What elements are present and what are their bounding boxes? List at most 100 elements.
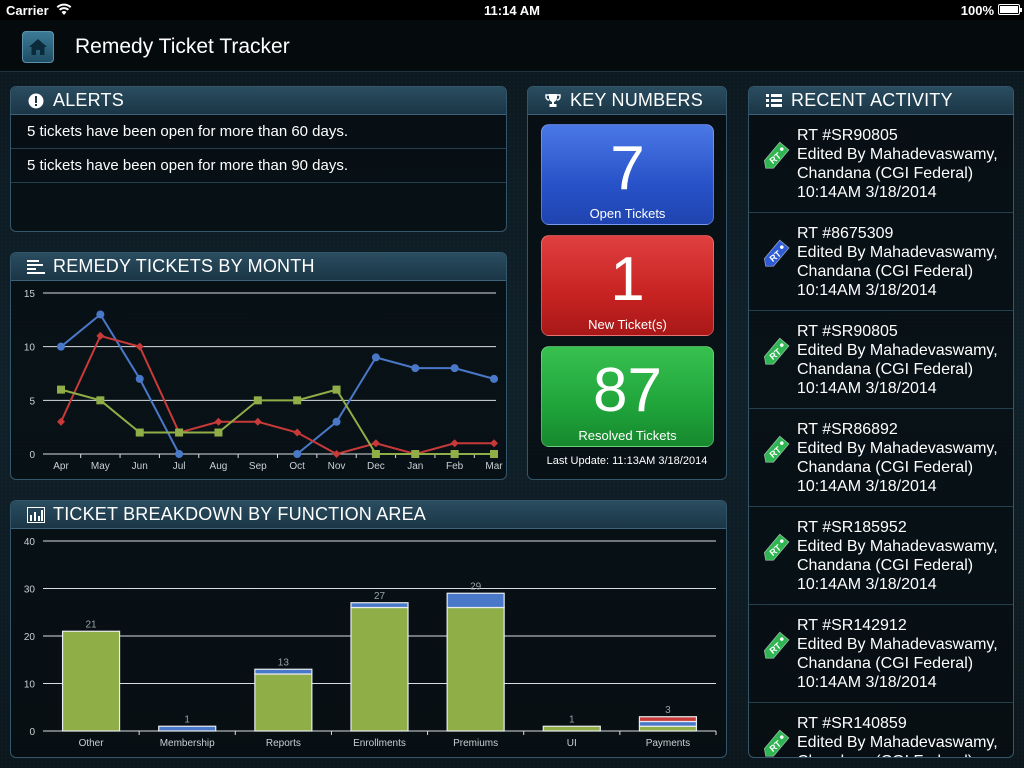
edited-by: Edited By Mahadevaswamy, xyxy=(797,146,998,163)
ticket-id: RT #SR86892 xyxy=(797,421,898,438)
data-point xyxy=(293,428,302,437)
open-tickets-label: Open Tickets xyxy=(589,206,666,221)
data-point xyxy=(371,439,380,448)
ticket-id: RT #SR90805 xyxy=(797,323,898,340)
edit-time: 10:14AM 3/18/2014 xyxy=(797,282,937,299)
x-tick-label: Sep xyxy=(249,461,267,472)
line-chart: 0 5 10 15 Apr May Jun Jul Aug Sep Oct Nov Dec Jan Feb M… xyxy=(24,289,503,472)
editor-org: Chandana (CGI Federal) xyxy=(797,557,974,574)
bar-chart: 01020304021Other1Membership13Reports27En… xyxy=(24,537,717,749)
ticket-id: RT #8675309 xyxy=(797,225,894,242)
x-tick-label: UI xyxy=(567,738,577,749)
x-tick-label: Oct xyxy=(289,461,305,472)
data-point xyxy=(214,417,223,426)
function-area-header: TICKET BREAKDOWN BY FUNCTION AREA xyxy=(11,501,726,529)
ticket-id: RT #SR90805 xyxy=(797,127,898,144)
data-point xyxy=(332,417,341,426)
data-point xyxy=(96,331,105,340)
x-tick-label: Premiums xyxy=(453,738,498,749)
tickets-by-month-header: REMEDY TICKETS BY MONTH xyxy=(11,253,506,281)
edited-by: Edited By Mahadevaswamy, xyxy=(797,244,998,261)
series-line-0 xyxy=(60,312,495,455)
edited-by: Edited By Mahadevaswamy, xyxy=(797,734,998,751)
resolved-tickets-tile[interactable]: 87 Resolved Tickets xyxy=(541,346,714,447)
alert-item[interactable]: 5 tickets have been open for more than 9… xyxy=(11,149,506,183)
alerts-panel: ALERTS 5 tickets have been open for more… xyxy=(10,86,507,232)
trophy-icon xyxy=(544,93,562,109)
ticket-id: RT #SR185952 xyxy=(797,519,907,536)
ticket-id: RT #SR140859 xyxy=(797,715,907,732)
activity-item[interactable]: RT RT #SR185952 Edited By Mahadevaswamy, Ch… xyxy=(749,507,1013,605)
bar-segment xyxy=(350,602,409,609)
editor-org: Chandana (CGI Federal) xyxy=(797,752,1013,757)
recent-activity-title: RECENT ACTIVITY xyxy=(791,90,953,110)
data-point xyxy=(450,450,459,458)
bar-value-label: 21 xyxy=(86,619,98,630)
edit-time: 10:14AM 3/18/2014 xyxy=(797,184,937,201)
x-tick-label: Mar xyxy=(485,461,503,472)
bar-chart-icon xyxy=(27,506,45,523)
bar-segment xyxy=(542,725,601,732)
open-tickets-count: 7 xyxy=(610,134,645,203)
series-line-2 xyxy=(60,388,494,455)
bar-value-label: 27 xyxy=(374,591,386,602)
resolved-tickets-count: 87 xyxy=(593,356,662,425)
data-point xyxy=(293,450,302,458)
data-point xyxy=(332,450,341,458)
x-tick-label: Enrollments xyxy=(353,738,406,749)
new-tickets-tile[interactable]: 1 New Ticket(s) xyxy=(541,235,714,336)
y-tick-label: 40 xyxy=(24,537,36,548)
data-point xyxy=(135,428,144,437)
ticket-tag-icon: RT xyxy=(763,141,790,169)
bar-segment xyxy=(158,725,217,732)
activity-item[interactable]: RT RT #SR86892 Edited By Mahadevaswamy, Cha… xyxy=(749,409,1013,507)
y-tick-label: 0 xyxy=(29,450,35,461)
ticket-tag-icon: RT xyxy=(763,533,790,561)
edit-time: 10:14AM 3/18/2014 xyxy=(797,576,937,593)
function-area-panel: TICKET BREAKDOWN BY FUNCTION AREA 0 10 20 3… xyxy=(10,500,727,758)
activity-item[interactable]: RT RT #SR140859 Edited By Mahadevaswamy,Ch… xyxy=(749,703,1013,757)
ticket-tag-icon: RT xyxy=(763,631,790,659)
bar-segment xyxy=(446,606,505,732)
edited-by: Edited By Mahadevaswamy, xyxy=(797,440,998,457)
activity-item[interactable]: RT RT #SR142912 Edited By Mahadevaswamy, Ch… xyxy=(749,605,1013,703)
bar-segment xyxy=(638,716,698,723)
editor-org: Chandana (CGI Federal) xyxy=(797,165,974,182)
x-tick-label: Jan xyxy=(407,461,423,472)
data-point xyxy=(57,417,65,426)
recent-activity-panel: RECENT ACTIVITY RT RT #SR90805 Edited By M… xyxy=(748,86,1014,758)
home-button[interactable] xyxy=(22,31,54,63)
tickets-by-month-panel: REMEDY TICKETS BY MONTH 0 5 10 15 Apr May Jun J… xyxy=(10,252,507,480)
y-tick-label: 10 xyxy=(24,343,36,354)
data-point xyxy=(371,353,380,362)
data-point xyxy=(411,364,420,373)
data-point xyxy=(450,364,459,373)
edited-by: Edited By Mahadevaswamy, xyxy=(797,636,998,653)
activity-item[interactable]: RT RT #SR90805 Edited By Mahadevaswamy, Cha… xyxy=(749,311,1013,409)
battery-icon xyxy=(998,4,1022,15)
x-tick-label: Membership xyxy=(160,738,215,749)
alert-item[interactable]: 5 tickets have been open for more than 6… xyxy=(11,115,506,149)
battery-percent: 100% xyxy=(960,3,994,18)
open-tickets-tile[interactable]: 7 Open Tickets xyxy=(541,124,714,225)
x-tick-label: Aug xyxy=(210,461,228,472)
activity-item[interactable]: RT RT #SR90805 Edited By Mahadevaswamy, Cha… xyxy=(749,115,1013,213)
ticket-tag-icon: RT xyxy=(763,435,790,463)
new-tickets-label: New Ticket(s) xyxy=(588,317,667,332)
editor-org: Chandana (CGI Federal) xyxy=(797,361,974,378)
line-chart-title: REMEDY TICKETS BY MONTH xyxy=(53,256,315,276)
activity-item[interactable]: RT RT #8675309 Edited By Mahadevaswamy, Cha… xyxy=(749,213,1013,311)
x-tick-label: Reports xyxy=(266,738,301,749)
bar-list-icon xyxy=(27,259,45,275)
editor-org: Chandana (CGI Federal) xyxy=(797,655,974,672)
x-tick-label: Jun xyxy=(132,461,148,472)
y-tick-label: 0 xyxy=(29,727,35,738)
data-point xyxy=(175,450,184,458)
y-tick-label: 15 xyxy=(24,289,36,300)
data-point xyxy=(96,396,105,405)
y-tick-label: 10 xyxy=(24,680,36,691)
x-tick-label: Dec xyxy=(367,461,385,472)
data-point xyxy=(253,396,262,405)
bar-value-label: 29 xyxy=(470,581,482,592)
x-tick-label: May xyxy=(91,461,110,472)
